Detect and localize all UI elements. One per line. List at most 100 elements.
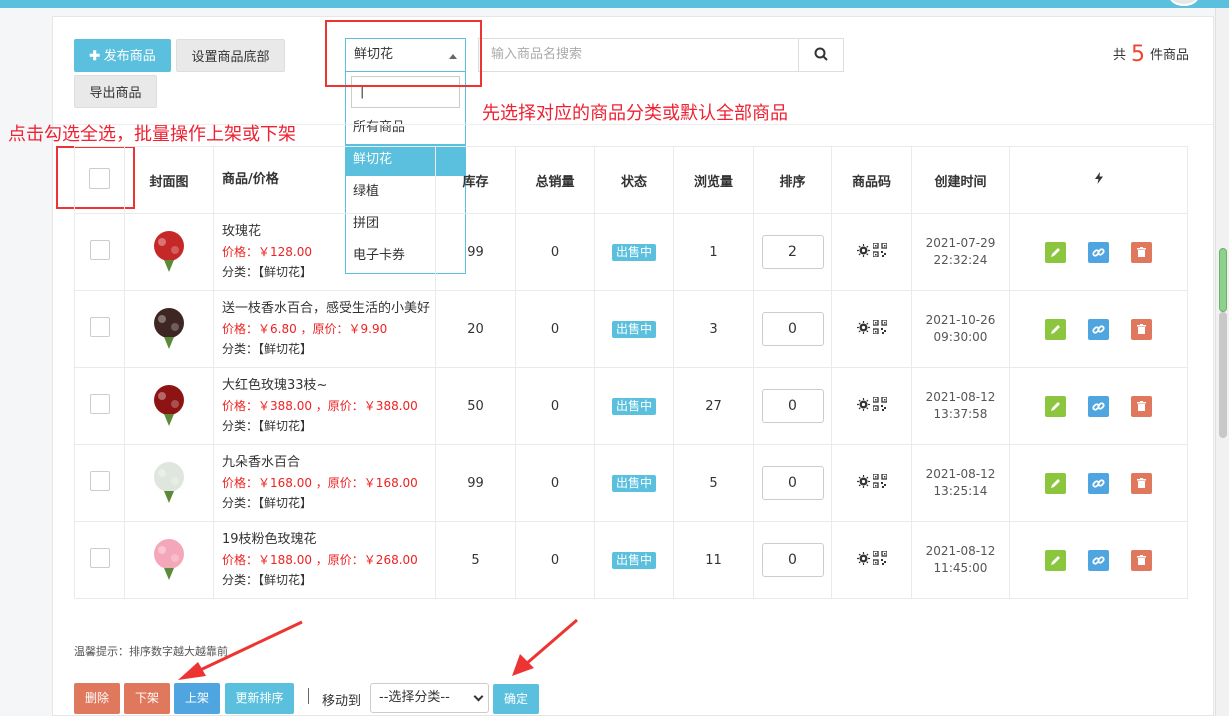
- created-time-cell: 2021-10-26 09:30:00: [911, 290, 1010, 368]
- row-checkbox[interactable]: [89, 317, 110, 337]
- annotation-select-all: 点击勾选全选，批量操作上架或下架: [8, 124, 296, 145]
- link-button[interactable]: [1088, 318, 1109, 340]
- header-views: 浏览量: [673, 146, 754, 214]
- delete-row-button[interactable]: [1131, 241, 1153, 263]
- confirm-move-button[interactable]: 确定: [493, 684, 539, 714]
- product-name[interactable]: 九朵香水百合: [222, 453, 435, 473]
- update-sort-button[interactable]: 更新排序: [225, 683, 294, 714]
- set-bottom-button[interactable]: 设置商品底部: [176, 39, 285, 72]
- header-product-price: 商品/价格: [213, 146, 436, 214]
- export-products-button[interactable]: 导出商品: [74, 75, 157, 108]
- product-cell: 19枝粉色玫瑰花 价格：￥188.00 ，原价：￥268.00 分类：【鲜切花】: [213, 521, 436, 599]
- trash-icon: [1137, 477, 1147, 488]
- product-name[interactable]: 大红色玫瑰33枝~: [222, 376, 435, 396]
- edit-button[interactable]: [1044, 395, 1066, 417]
- product-thumbnail[interactable]: [144, 228, 194, 272]
- move-to-label: 移动到: [322, 694, 362, 709]
- status-badge[interactable]: 出售中: [611, 474, 656, 492]
- delete-button[interactable]: 删除: [74, 683, 120, 714]
- product-code[interactable]: [856, 397, 887, 412]
- row-checkbox[interactable]: [89, 240, 110, 260]
- search-button[interactable]: [798, 38, 844, 72]
- publish-product-button[interactable]: ✚ 发布商品: [74, 39, 171, 72]
- search-input[interactable]: 输入商品名搜索: [478, 38, 799, 72]
- edit-button[interactable]: [1044, 549, 1066, 571]
- product-code-cell: [831, 521, 912, 599]
- scrollbar-thumb[interactable]: [1219, 248, 1227, 312]
- product-code[interactable]: [856, 551, 887, 566]
- link-button[interactable]: [1088, 549, 1109, 571]
- product-thumbnail[interactable]: [144, 382, 194, 426]
- sort-input[interactable]: 0: [761, 543, 824, 577]
- sort-input[interactable]: 0: [761, 466, 824, 500]
- product-code[interactable]: [856, 474, 887, 489]
- created-time-cell: 2021-08-12 11:45:00: [911, 521, 1010, 599]
- actions-cell: [1009, 444, 1188, 522]
- sort-input[interactable]: 0: [761, 389, 824, 423]
- edit-button[interactable]: [1044, 241, 1066, 263]
- header-actions: [1009, 146, 1188, 214]
- avatar[interactable]: [1169, 0, 1199, 6]
- product-code[interactable]: [856, 320, 887, 335]
- product-name[interactable]: 玫瑰花: [222, 222, 435, 242]
- product-thumbnail[interactable]: [144, 536, 194, 580]
- cover-cell: [124, 290, 214, 368]
- table-row: 送一枝香水百合，感受生活的小美好 价格：￥6.80 ，原价：￥9.90 分类：【…: [74, 290, 1188, 368]
- qr-code-icon: [872, 551, 887, 566]
- row-checkbox[interactable]: [89, 394, 110, 414]
- row-checkbox[interactable]: [89, 471, 110, 491]
- product-count: 共 5 件商品: [1113, 42, 1189, 67]
- product-cell: 九朵香水百合 价格：￥168.00 ，原价：￥168.00 分类：【鲜切花】: [213, 444, 436, 522]
- actions-cell: [1009, 367, 1188, 445]
- sort-input[interactable]: 2: [761, 235, 824, 269]
- created-time: 11:45:00: [933, 561, 988, 575]
- link-button[interactable]: [1088, 241, 1109, 263]
- status-badge[interactable]: 出售中: [611, 243, 656, 261]
- created-date: 2021-08-12: [925, 544, 996, 558]
- dropdown-option-all[interactable]: 所有商品: [346, 112, 465, 144]
- product-cell: 大红色玫瑰33枝~ 价格：￥388.00 ，原价：￥388.00 分类：【鲜切花…: [213, 367, 436, 445]
- qr-code-icon: [872, 320, 887, 335]
- status-cell: 出售中: [594, 521, 674, 599]
- product-thumbnail[interactable]: [144, 459, 194, 503]
- delete-row-button[interactable]: [1131, 318, 1153, 340]
- link-button[interactable]: [1088, 472, 1109, 494]
- edit-button[interactable]: [1044, 318, 1066, 340]
- trash-icon: [1137, 323, 1147, 334]
- status-badge[interactable]: 出售中: [611, 320, 656, 338]
- product-name[interactable]: 19枝粉色玫瑰花: [222, 530, 435, 550]
- created-time-cell: 2021-07-29 22:32:24: [911, 213, 1010, 291]
- product-table: 封面图 商品/价格 库存 总销量 状态 浏览量 排序 商品码 创建时间 玫瑰花 …: [74, 146, 1188, 599]
- delete-row-button[interactable]: [1131, 472, 1153, 494]
- sort-tip: 温馨提示：排序数字越大越靠前: [74, 645, 228, 658]
- on-shelf-button[interactable]: 上架: [174, 683, 220, 714]
- sort-input[interactable]: 0: [761, 312, 824, 346]
- sales-cell: 0: [515, 290, 595, 368]
- created-time: 09:30:00: [933, 330, 988, 344]
- product-name[interactable]: 送一枝香水百合，感受生活的小美好: [222, 299, 435, 319]
- trash-icon: [1137, 246, 1147, 257]
- status-badge[interactable]: 出售中: [611, 551, 656, 569]
- row-checkbox[interactable]: [89, 548, 110, 568]
- product-code[interactable]: [856, 243, 887, 258]
- product-code-cell: [831, 444, 912, 522]
- scrollbar[interactable]: [1215, 8, 1229, 716]
- actions-cell: [1009, 521, 1188, 599]
- product-thumbnail[interactable]: [144, 305, 194, 349]
- status-badge[interactable]: 出售中: [611, 397, 656, 415]
- edit-button[interactable]: [1044, 472, 1066, 494]
- pencil-icon: [1050, 555, 1060, 565]
- off-shelf-button[interactable]: 下架: [124, 683, 170, 714]
- annotation-choose-category: 先选择对应的商品分类或默认全部商品: [482, 103, 788, 124]
- sales-cell: 0: [515, 213, 595, 291]
- delete-row-button[interactable]: [1131, 395, 1153, 417]
- created-time: 13:37:58: [933, 407, 988, 421]
- move-category-select[interactable]: --选择分类--: [370, 683, 489, 713]
- miniprogram-code-icon: [856, 551, 870, 565]
- sales-cell: 0: [515, 521, 595, 599]
- header-sort: 排序: [753, 146, 832, 214]
- delete-row-button[interactable]: [1131, 549, 1153, 571]
- product-price: 价格：￥128.00: [222, 245, 312, 259]
- select-all-checkbox[interactable]: [89, 167, 110, 189]
- link-button[interactable]: [1088, 395, 1109, 417]
